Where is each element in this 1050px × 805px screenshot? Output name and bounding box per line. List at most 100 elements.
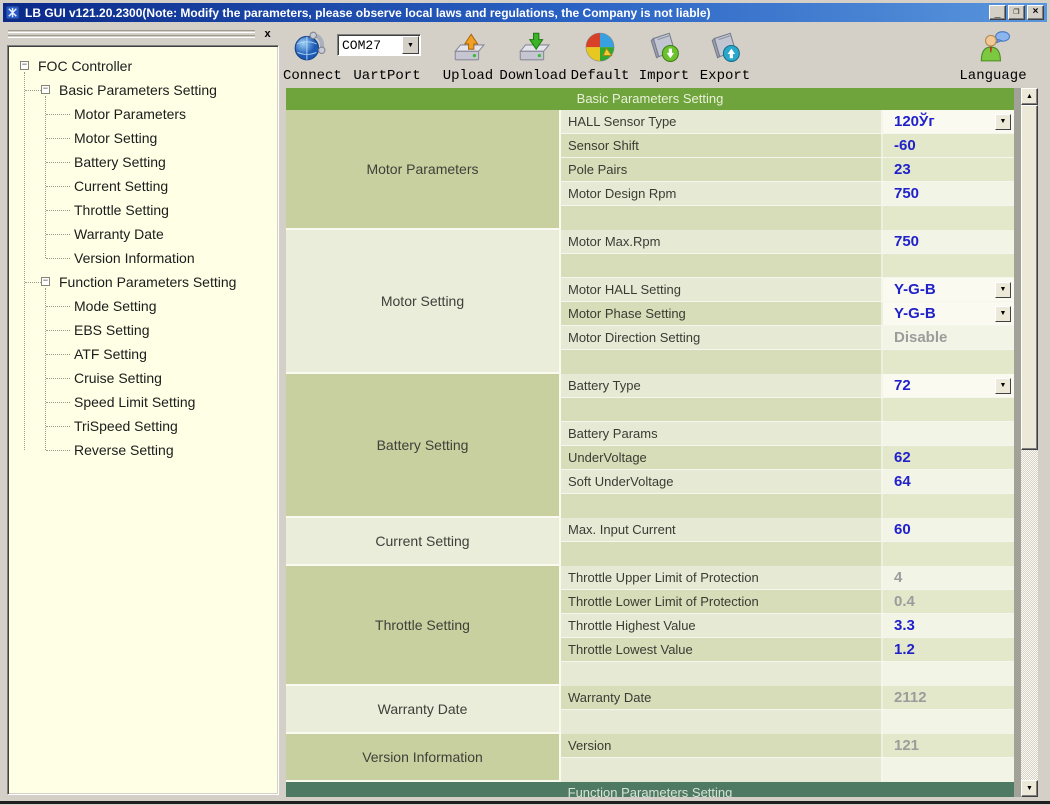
- tree-item-foc-controller[interactable]: −FOC Controller: [14, 54, 274, 78]
- scrollbar-track[interactable]: [1021, 450, 1038, 780]
- param-value: 0.4: [883, 590, 1014, 613]
- spacer-row: [561, 542, 1014, 566]
- app-icon: [6, 5, 21, 20]
- upload-button[interactable]: Upload: [439, 24, 497, 86]
- param-value[interactable]: 120Ўг▼: [883, 110, 1014, 133]
- navigation-panel: x −FOC Controller−Basic Parameters Setti…: [3, 25, 283, 799]
- param-value[interactable]: 750: [883, 182, 1014, 205]
- connect-button[interactable]: Connect: [283, 24, 335, 86]
- param-group-throttle-setting: Throttle SettingThrottle Upper Limit of …: [286, 566, 1014, 686]
- tree-item-label: Motor Parameters: [74, 106, 186, 122]
- param-value-text: 2112: [894, 689, 927, 706]
- tree-item-label: Mode Setting: [74, 298, 157, 314]
- param-label: Motor Design Rpm: [561, 182, 883, 205]
- tree-item-label: Function Parameters Setting: [59, 274, 236, 290]
- table-row: Soft UnderVoltage64: [561, 470, 1014, 494]
- param-value[interactable]: 750: [883, 230, 1014, 253]
- tree-connector: [46, 114, 70, 115]
- close-button[interactable]: ×: [1027, 5, 1044, 20]
- param-label: Throttle Upper Limit of Protection: [561, 566, 883, 589]
- group-cell-motor-parameters: Motor Parameters: [286, 110, 561, 228]
- tree-connector: [46, 354, 70, 355]
- table-row: Sensor Shift-60: [561, 134, 1014, 158]
- spacer-row: [561, 206, 1014, 230]
- close-icon: ×: [1032, 8, 1038, 18]
- uart-port-combobox[interactable]: COM27 ▼: [337, 34, 421, 56]
- chevron-down-icon[interactable]: ▼: [402, 36, 419, 54]
- tree-item-function-parameters-setting[interactable]: −Function Parameters Setting: [14, 270, 274, 294]
- title-bar[interactable]: LB GUI v121.20.2300(Note: Modify the par…: [3, 3, 1047, 22]
- group-rows: Version121: [561, 734, 1014, 780]
- table-row: Motor HALL SettingY-G-B▼: [561, 278, 1014, 302]
- tree-connector: [46, 378, 70, 379]
- param-value[interactable]: 23: [883, 158, 1014, 181]
- param-value[interactable]: 62: [883, 446, 1014, 469]
- default-button[interactable]: Default: [569, 24, 631, 86]
- tree-connector: [25, 90, 41, 91]
- param-value[interactable]: 64: [883, 470, 1014, 493]
- param-value[interactable]: -60: [883, 134, 1014, 157]
- group-cell-motor-setting: Motor Setting: [286, 230, 561, 372]
- toolbar-item-label: Upload: [439, 68, 497, 84]
- dropdown-button[interactable]: ▼: [995, 282, 1011, 298]
- language-button[interactable]: Language: [958, 24, 1028, 86]
- tree-container: −FOC Controller−Basic Parameters Setting…: [7, 45, 279, 795]
- param-label: Battery Params: [561, 422, 883, 445]
- param-value-text: 750: [894, 233, 919, 250]
- group-rows: Throttle Upper Limit of Protection4Throt…: [561, 566, 1014, 684]
- download-button[interactable]: Download: [497, 24, 569, 86]
- param-value[interactable]: 60: [883, 518, 1014, 541]
- panel-grabber[interactable]: x: [6, 27, 279, 43]
- param-value[interactable]: 3.3: [883, 614, 1014, 637]
- dropdown-button[interactable]: ▼: [995, 306, 1011, 322]
- tree-item-label: Basic Parameters Setting: [59, 82, 217, 98]
- import-button[interactable]: Import: [631, 24, 697, 86]
- param-label: [561, 350, 883, 374]
- scrollbar-down-button[interactable]: ▼: [1021, 780, 1038, 797]
- tree-collapse-icon[interactable]: −: [41, 277, 50, 286]
- scrollbar-thumb[interactable]: [1021, 105, 1038, 450]
- tree-item-basic-parameters-setting[interactable]: −Basic Parameters Setting: [14, 78, 274, 102]
- param-value: [883, 494, 1014, 518]
- param-value: [883, 206, 1014, 230]
- tree-collapse-icon[interactable]: −: [20, 61, 29, 70]
- param-value[interactable]: Y-G-B▼: [883, 302, 1014, 325]
- param-value-text: 60: [894, 521, 911, 538]
- maximize-button[interactable]: ❐: [1008, 5, 1025, 20]
- export-button[interactable]: Export: [697, 24, 753, 86]
- param-value[interactable]: Y-G-B▼: [883, 278, 1014, 301]
- dropdown-button[interactable]: ▼: [995, 378, 1011, 394]
- section-header-function: Function Parameters Setting: [286, 782, 1014, 797]
- spacer-row: [561, 710, 1014, 734]
- table-row: Throttle Lower Limit of Protection0.4: [561, 590, 1014, 614]
- param-label: Motor Direction Setting: [561, 326, 883, 349]
- tree-connector: [46, 306, 70, 307]
- tree-item-label: Throttle Setting: [74, 202, 169, 218]
- table-row: Motor Max.Rpm750: [561, 230, 1014, 254]
- scrollbar-up-button[interactable]: ▲: [1021, 88, 1038, 105]
- group-rows: Warranty Date2112: [561, 686, 1014, 732]
- section-header-basic: Basic Parameters Setting: [286, 88, 1014, 110]
- panel-close-button[interactable]: x: [260, 28, 275, 42]
- spacer-row: [561, 758, 1014, 782]
- group-cell-battery-setting: Battery Setting: [286, 374, 561, 516]
- parameters-table: Basic Parameters Setting Motor Parameter…: [286, 88, 1014, 797]
- dropdown-button[interactable]: ▼: [995, 114, 1011, 130]
- uartport-button[interactable]: COM27 ▼ UartPort: [335, 24, 439, 86]
- connect-icon: [292, 29, 326, 63]
- toolbar-item-label: Import: [631, 68, 697, 84]
- tree-collapse-icon[interactable]: −: [41, 85, 50, 94]
- minimize-button[interactable]: _: [989, 5, 1006, 20]
- table-right-gutter: [1014, 88, 1021, 797]
- param-value[interactable]: 72▼: [883, 374, 1014, 397]
- group-rows: Motor Max.Rpm750 Motor HALL SettingY-G-B▼…: [561, 230, 1014, 372]
- param-value[interactable]: [883, 422, 1014, 445]
- tree-item-label: Motor Setting: [74, 130, 157, 146]
- param-label: [561, 758, 883, 782]
- table-row: Throttle Highest Value3.3: [561, 614, 1014, 638]
- param-value[interactable]: 1.2: [883, 638, 1014, 661]
- table-row: Version121: [561, 734, 1014, 758]
- table-row: Motor Direction SettingDisable: [561, 326, 1014, 350]
- vertical-scrollbar[interactable]: ▲ ▼: [1021, 88, 1038, 797]
- default-icon: [583, 29, 617, 63]
